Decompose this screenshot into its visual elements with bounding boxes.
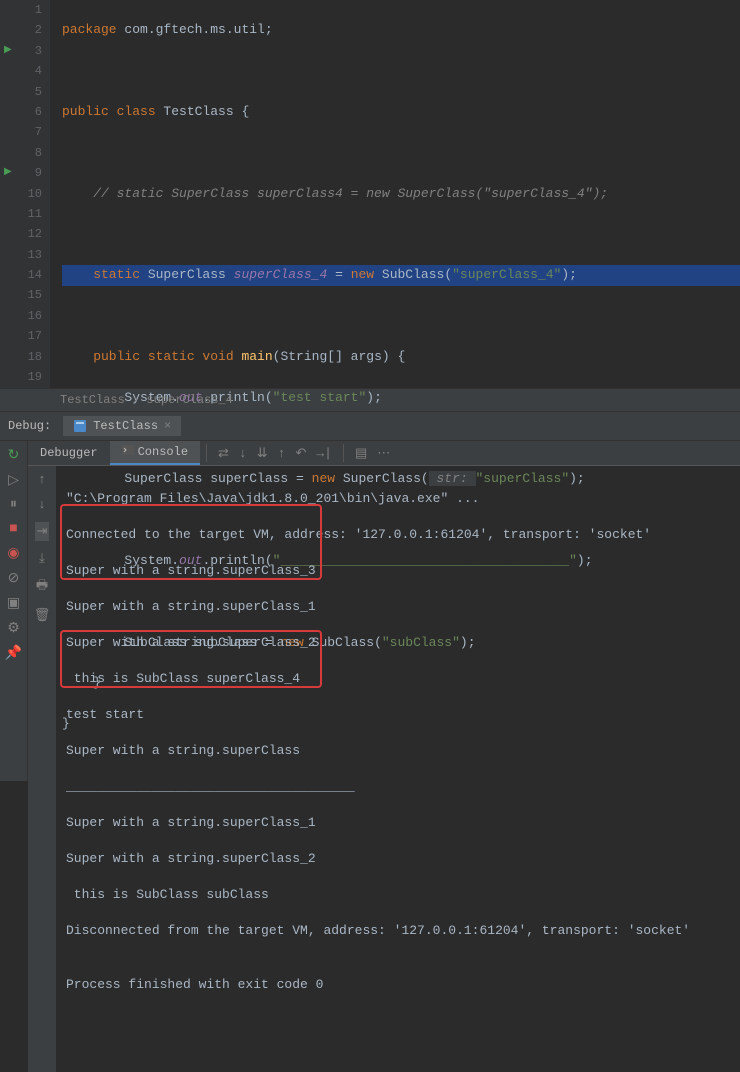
rerun-icon[interactable]: ↻ [8,447,20,464]
debug-sidebar: ↻ ▷ ⏸ ■ ◉ ⊘ ▣ ⚙ 📌 [0,441,28,781]
step-into-icon[interactable]: ↓ [234,446,252,461]
console-line: Super with a string.superClass_2 [66,850,730,868]
line-number: 1 [0,0,42,20]
console-line: Super with a string.superClass_1 [66,814,730,832]
camera-icon[interactable]: ▣ [7,595,20,612]
scroll-end-icon[interactable]: ⤓ [39,551,45,566]
application-icon [73,419,87,433]
line-number: 7 [0,122,42,142]
run-to-cursor-icon[interactable]: →| [311,446,337,461]
pause-icon[interactable]: ⏸ [10,497,17,513]
console-icon [122,445,134,455]
console-line: Super with a string.superClass_1 [66,598,730,616]
step-over-icon[interactable]: ⇄ [213,446,234,461]
line-number: 4 [0,61,42,81]
code-editor[interactable]: 1 2 ▶3 4 5 6 7 8 ▶9 10 11 12 13 14 15 16… [0,0,740,388]
line-number: 16 [0,306,42,326]
tab-debugger[interactable]: Debugger [28,442,110,464]
settings-icon[interactable]: ⚙ [7,620,20,637]
step-out-icon[interactable]: ↑ [273,446,291,461]
console-line: Disconnected from the target VM, address… [66,922,730,940]
console-line: this is SubClass superClass_4 [66,670,730,688]
drop-frame-icon[interactable]: ↶ [290,446,311,461]
console-line: this is SubClass subClass [66,886,730,904]
line-number: ▶3 [0,41,42,61]
line-number: 12 [0,224,42,244]
line-number: 6 [0,102,42,122]
line-number: 14 [0,265,42,285]
evaluate-icon[interactable]: ▤ [350,446,372,461]
debug-panel: ↻ ▷ ⏸ ■ ◉ ⊘ ▣ ⚙ 📌 Debugger Console ⇄ ↓ ⇊… [0,441,740,781]
line-number: 17 [0,326,42,346]
tab-console[interactable]: Console [110,441,200,465]
up-icon[interactable]: ↑ [38,472,46,487]
line-number: 19 [0,367,42,387]
force-step-into-icon[interactable]: ⇊ [252,446,273,461]
breakpoints-icon[interactable]: ◉ [7,545,19,562]
line-number: ▶9 [0,163,42,183]
line-number: 18 [0,347,42,367]
line-number: 10 [0,184,42,204]
down-icon[interactable]: ↓ [38,497,46,512]
breadcrumb-item[interactable]: superClass_4 [146,393,232,407]
line-number: 11 [0,204,42,224]
console-line: Process finished with exit code 0 [66,976,730,994]
code-content[interactable]: package com.gftech.ms.util; public class… [50,0,740,388]
line-number: 8 [0,143,42,163]
console-toolbar: ↑ ↓ ⇥ ⤓ 🖶 🗑 [28,466,56,1072]
print-icon[interactable]: 🖶 [36,576,48,598]
soft-wrap-icon[interactable]: ⇥ [35,522,50,541]
console-line: _____________________________________ [66,778,730,796]
line-number: 13 [0,245,42,265]
stop-icon[interactable]: ■ [9,521,17,537]
close-icon[interactable]: × [164,419,171,433]
console-line: Super with a string.superClass [66,742,730,760]
highlighted-line: static SuperClass superClass_4 = new Sub… [62,265,740,285]
line-number: 5 [0,82,42,102]
run-gutter-icon[interactable]: ▶ [4,41,12,61]
trace-icon[interactable]: ⋯ [372,446,395,461]
line-number: 15 [0,285,42,305]
line-number: 2 [0,20,42,40]
console-line: Connected to the target VM, address: '12… [66,526,730,544]
clear-icon[interactable]: 🗑 [34,608,51,623]
console-output[interactable]: "C:\Program Files\Java\jdk1.8.0_201\bin\… [56,466,740,1072]
mute-breakpoints-icon[interactable]: ⊘ [8,570,20,587]
debug-tabs: Debugger Console ⇄ ↓ ⇊ ↑ ↶ →| ▤ ⋯ [28,441,740,466]
console-line: Super with a string.superClass_3 [66,562,730,580]
run-config-tab[interactable]: TestClass × [63,416,181,436]
console-line: "C:\Program Files\Java\jdk1.8.0_201\bin\… [66,490,730,508]
gutter: 1 2 ▶3 4 5 6 7 8 ▶9 10 11 12 13 14 15 16… [0,0,50,388]
console-line: test start [66,706,730,724]
console-area: ↑ ↓ ⇥ ⤓ 🖶 🗑 "C:\Program Files\Java\jdk1.… [28,466,740,1072]
debug-label: Debug: [8,419,51,433]
run-gutter-icon[interactable]: ▶ [4,163,12,183]
run-config-name: TestClass [93,419,158,433]
pin-icon[interactable]: 📌 [5,645,22,662]
breadcrumb-item[interactable]: TestClass [60,393,125,407]
console-line: Super with a string.superClass_2 [66,634,730,652]
resume-icon[interactable]: ▷ [8,472,19,489]
